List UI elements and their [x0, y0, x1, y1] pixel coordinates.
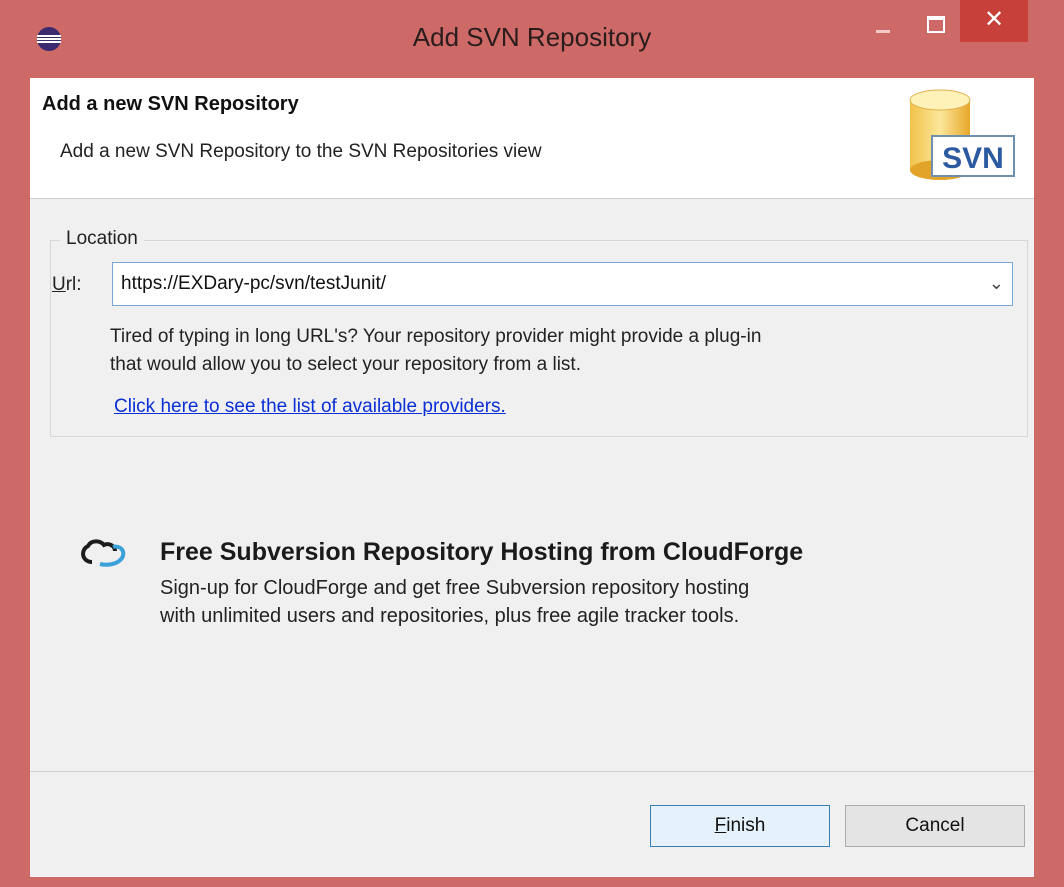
url-label: Url: [52, 274, 82, 296]
url-combobox[interactable]: https://EXDary-pc/svn/testJunit/ ⌄ [112, 262, 1013, 306]
add-svn-repository-dialog: Add SVN Repository ✕ Add a new SVN Repos… [0, 0, 1064, 887]
chevron-down-icon[interactable]: ⌄ [989, 273, 1004, 294]
window-frame [0, 877, 1064, 887]
button-bar-separator [30, 771, 1034, 772]
url-label-text: rl: [65, 274, 82, 295]
url-input[interactable]: https://EXDary-pc/svn/testJunit/ [121, 273, 386, 295]
location-group-label: Location [60, 228, 144, 250]
dialog-client-area: Add a new SVN Repository Add a new SVN R… [30, 78, 1034, 877]
cloudforge-description: Sign-up for CloudForge and get free Subv… [160, 574, 980, 630]
help-line-2: that would allow you to select your repo… [110, 354, 581, 375]
svn-logo-icon: SVN [904, 82, 1020, 192]
maximize-button[interactable] [912, 0, 958, 42]
wizard-title: Add a new SVN Repository [42, 93, 299, 115]
cloudforge-title[interactable]: Free Subversion Repository Hosting from … [160, 538, 803, 567]
svn-logo-text: SVN [942, 142, 1004, 175]
cloudforge-line-2: with unlimited users and repositories, p… [160, 605, 740, 627]
close-button[interactable]: ✕ [960, 0, 1028, 42]
providers-link[interactable]: Click here to see the list of available … [114, 396, 506, 418]
cancel-button[interactable]: Cancel [845, 805, 1025, 847]
wizard-description: Add a new SVN Repository to the SVN Repo… [60, 141, 542, 162]
finish-mnemonic: F [714, 815, 727, 836]
window-frame [1034, 78, 1064, 887]
cloudforge-line-1: Sign-up for CloudForge and get free Subv… [160, 577, 750, 599]
help-line-1: Tired of typing in long URL's? Your repo… [110, 326, 762, 347]
wizard-header: Add a new SVN Repository Add a new SVN R… [30, 78, 1034, 199]
window-frame [0, 78, 30, 887]
finish-button[interactable]: Finish [650, 805, 830, 847]
url-label-mnemonic: U [52, 274, 66, 295]
cloudforge-icon [78, 537, 128, 567]
title-bar[interactable]: Add SVN Repository ✕ [0, 0, 1064, 78]
minimize-button[interactable] [860, 0, 906, 42]
url-help-text: Tired of typing in long URL's? Your repo… [110, 323, 1010, 379]
finish-label: inish [726, 815, 766, 836]
